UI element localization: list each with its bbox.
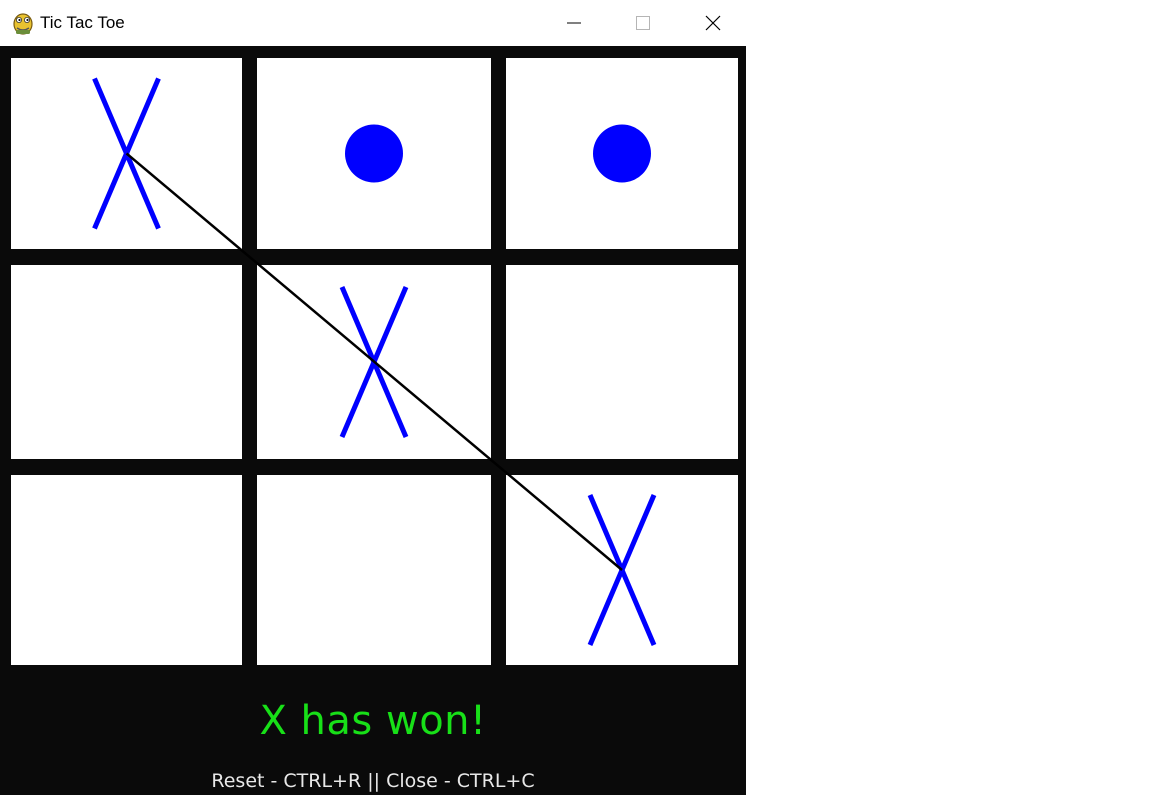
o-mark [593, 124, 651, 183]
close-button[interactable] [690, 0, 736, 46]
game-window: Tic Tac Toe X has won! Reset - CTRL+R ||… [0, 0, 746, 795]
title-bar[interactable]: Tic Tac Toe [0, 0, 746, 46]
game-surface: X has won! Reset - CTRL+R || Close - CTR… [0, 46, 746, 795]
status-message: X has won! [259, 698, 487, 744]
o-mark [345, 124, 403, 183]
close-icon [705, 15, 721, 31]
minimize-icon [567, 22, 581, 24]
minimize-button[interactable] [551, 0, 597, 46]
winning-line [125, 152, 623, 571]
keyboard-help: Reset - CTRL+R || Close - CTRL+C [211, 770, 535, 792]
maximize-icon [636, 16, 650, 30]
window-title: Tic Tac Toe [40, 13, 125, 32]
maximize-button[interactable] [620, 0, 666, 46]
board-overlay [92, 77, 657, 646]
python-snake-icon [12, 11, 34, 35]
